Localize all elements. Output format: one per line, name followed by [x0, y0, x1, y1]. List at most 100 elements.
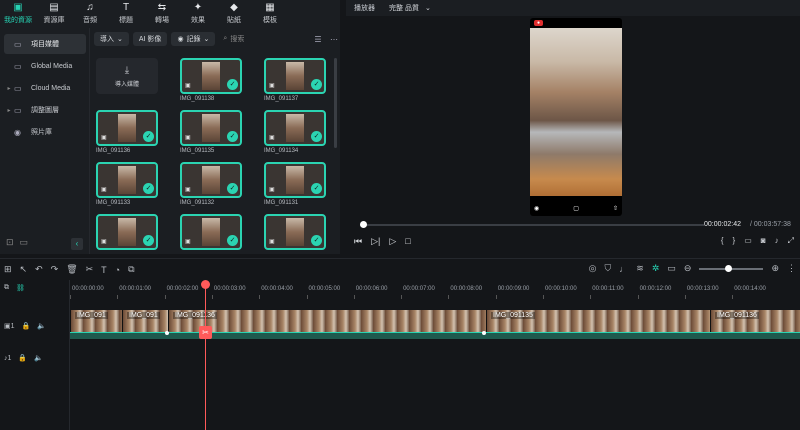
marker-icon[interactable]: ◎: [589, 263, 597, 274]
clip-name: IMG_091: [127, 312, 160, 319]
track-volume-icon[interactable]: 🔈: [34, 354, 43, 362]
timeline-ruler[interactable]: 00:00:00:00 00:00:01:00 00:00:02:00 00:00:0…: [70, 280, 800, 302]
video-clip[interactable]: IMG_091: [122, 310, 168, 332]
shield-icon[interactable]: ⛉: [605, 263, 612, 274]
redo-icon[interactable]: ↷: [51, 264, 59, 275]
sidebar-item-photo-library[interactable]: ◉ 照片庫: [4, 122, 86, 142]
ruler-tick-label: 00:00:07:00: [403, 286, 435, 292]
media-item[interactable]: ▣ ✓ IMG_091132: [180, 162, 242, 210]
ruler-tick: [637, 295, 639, 299]
keyframe-marker[interactable]: [165, 331, 169, 335]
player-tab[interactable]: 播放器: [354, 3, 375, 13]
media-item[interactable]: ▣ ✓ IMG_091136: [96, 110, 158, 158]
tab-template[interactable]: ▦ 模板: [252, 0, 288, 28]
mic-icon[interactable]: ♩: [619, 264, 628, 274]
playback-progress[interactable]: [360, 221, 704, 228]
media-item[interactable]: ▣ ✓ IMG_091135: [180, 110, 242, 158]
collapse-sidebar-button[interactable]: ‹: [71, 238, 83, 250]
audio-track[interactable]: [70, 332, 800, 339]
keyframe-marker[interactable]: [482, 331, 486, 335]
mark-out-icon[interactable]: }: [733, 236, 736, 246]
subtitle-icon[interactable]: ▭: [667, 263, 676, 274]
sidebar-item-global-media[interactable]: ▭ Global Media: [4, 56, 86, 76]
select-tool-icon[interactable]: ↖: [20, 264, 28, 275]
add-track-icon[interactable]: ⧉: [4, 284, 9, 292]
import-media-tile[interactable]: ⤓ 導入媒體: [96, 58, 158, 94]
audio-icon[interactable]: ≋: [636, 263, 644, 274]
track-volume-icon[interactable]: 🔈: [37, 322, 46, 330]
playhead[interactable]: [205, 282, 206, 430]
video-track[interactable]: IMG_091 IMG_091 IMG_091136 IMG_091135 IMG_09…: [70, 310, 800, 332]
link-icon[interactable]: ⛓: [16, 284, 25, 292]
import-button[interactable]: 導入 ⌄: [94, 32, 129, 46]
video-preview[interactable]: ● ◉ ▢ ⇧: [530, 18, 622, 216]
split-icon[interactable]: ✂: [86, 264, 94, 275]
step-play-icon[interactable]: ▷|: [371, 236, 380, 247]
video-clip[interactable]: IMG_091: [70, 310, 122, 332]
tab-text[interactable]: T 標題: [108, 0, 144, 28]
media-item[interactable]: ▣ ✓ IMG_091138: [180, 58, 242, 106]
playhead-handle[interactable]: [201, 280, 210, 289]
tab-folder-media[interactable]: ▣ 我的資源: [0, 0, 36, 28]
tab-library[interactable]: ▤ 資源庫: [36, 0, 72, 28]
record-button[interactable]: ◉ 記錄 ⌄: [171, 32, 216, 46]
top-nav: ▣ 我的資源 ▤ 資源庫 ♫ 音頻 T 標題 ⇆ 轉場 ✦ 效果 ◆ 貼紙 ▦ 模板: [0, 0, 340, 28]
display-icon[interactable]: ▭: [744, 236, 752, 246]
tab-effects[interactable]: ✦ 效果: [180, 0, 216, 28]
search-input[interactable]: ⌕ 搜索: [219, 32, 308, 46]
play-icon[interactable]: ▷: [389, 236, 396, 247]
video-icon: ▣: [269, 135, 275, 141]
quality-select[interactable]: 完整 品質 ⌄: [389, 3, 431, 13]
scrollbar[interactable]: [334, 58, 337, 148]
more-icon[interactable]: ⋯: [328, 35, 340, 44]
speed-icon[interactable]: ◔: [115, 265, 120, 275]
progress-handle[interactable]: [360, 221, 368, 228]
media-item[interactable]: ▣ ✓ IMG_091137: [264, 58, 326, 106]
zoom-out-icon[interactable]: ⊖: [684, 263, 692, 274]
media-item[interactable]: ▣ ✓ IMG_091134: [264, 110, 326, 158]
more-options-icon[interactable]: ⋮: [787, 263, 796, 274]
stop-icon[interactable]: □: [405, 236, 410, 247]
tab-sticker[interactable]: ◆ 貼紙: [216, 0, 252, 28]
video-clip[interactable]: IMG_091136: [710, 310, 800, 332]
media-item[interactable]: ▣ ✓ IMG_091131: [264, 162, 326, 210]
volume-icon[interactable]: ♪: [775, 236, 779, 246]
tab-music[interactable]: ♫ 音頻: [72, 0, 108, 28]
sidebar-item-adjustment-layer[interactable]: ▸ ▭ 調整圖層: [4, 100, 86, 120]
tab-transition[interactable]: ⇆ 轉場: [144, 0, 180, 28]
media-item[interactable]: ▣ ✓: [264, 214, 326, 254]
ruler-tick: [117, 295, 119, 299]
zoom-in-icon[interactable]: ⊕: [771, 263, 779, 274]
ai-image-button[interactable]: AI 影像: [132, 32, 168, 46]
ruler-tick: [164, 295, 166, 299]
mark-in-icon[interactable]: {: [721, 236, 724, 246]
undo-icon[interactable]: ↶: [35, 264, 43, 275]
grid-icon[interactable]: ⊞: [4, 264, 12, 275]
lock-icon[interactable]: 🔒: [18, 354, 27, 362]
zoom-slider[interactable]: [699, 264, 764, 272]
ruler-tick-label: 00:00:06:00: [355, 286, 388, 292]
current-time: 00:00:02:42: [704, 221, 741, 228]
video-clip[interactable]: IMG_091135: [486, 310, 710, 332]
folder-icon[interactable]: ▭: [20, 237, 29, 248]
media-item[interactable]: ▣ ✓: [180, 214, 242, 254]
snapshot-icon[interactable]: ◙: [761, 236, 766, 246]
media-item[interactable]: ▣ ✓: [96, 214, 158, 254]
new-folder-icon[interactable]: ⊡: [6, 237, 14, 248]
prev-frame-icon[interactable]: ⏮: [354, 236, 362, 247]
crop-icon[interactable]: ⧉: [128, 264, 134, 275]
text-tool-icon[interactable]: T: [101, 265, 107, 275]
filter-icon[interactable]: ☰: [312, 35, 324, 44]
video-clip[interactable]: IMG_091136: [168, 310, 486, 332]
delete-icon[interactable]: 🗑: [66, 264, 77, 275]
sidebar-item-project-media[interactable]: ▭ 項目媒體: [4, 34, 86, 54]
folder-icon: ▭: [14, 61, 22, 71]
zoom-handle[interactable]: [725, 264, 733, 272]
chevron-down-icon: ⌄: [117, 36, 123, 43]
fullscreen-icon[interactable]: ⤢: [788, 236, 794, 246]
media-item[interactable]: ▣ ✓ IMG_091133: [96, 162, 158, 210]
split-marker-icon[interactable]: ✂: [199, 326, 212, 339]
lock-icon[interactable]: 🔒: [22, 322, 31, 330]
sidebar-item-cloud-media[interactable]: ▸ ▭ Cloud Media: [4, 78, 86, 98]
ai-icon[interactable]: ✲: [652, 263, 660, 274]
